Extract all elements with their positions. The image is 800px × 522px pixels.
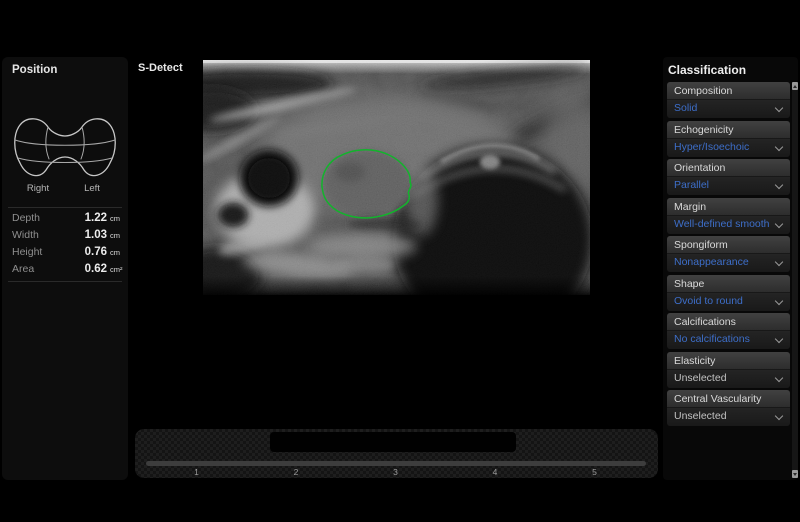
classification-dropdown-value: Ovoid to round (674, 294, 743, 307)
classification-dropdown[interactable]: Hyper/Isoechoic (667, 138, 790, 157)
classification-section: Echogenicity Hyper/Isoechoic (667, 120, 790, 157)
classification-dropdown[interactable]: Well-defined smooth (667, 215, 790, 234)
classification-section: Shape Ovoid to round (667, 274, 790, 311)
thumbnail-box[interactable] (270, 432, 516, 452)
classification-dropdown-value: Parallel (674, 179, 710, 191)
classification-section-header: Shape (667, 274, 790, 293)
right-lobe-label: Right (26, 183, 50, 194)
classification-dropdown-value: No calcifications (674, 333, 750, 345)
chevron-down-icon (774, 142, 784, 151)
chevron-down-icon (774, 296, 784, 305)
chevron-down-icon (774, 180, 784, 190)
classification-dropdown[interactable]: Parallel (667, 177, 790, 195)
measurement-row: Width 1.03 cm (2, 226, 128, 243)
scroll-down-icon[interactable] (792, 470, 798, 478)
classification-title: Classification (668, 63, 747, 77)
divider (8, 281, 122, 282)
measurement-row: Depth 1.22 cm (2, 209, 128, 226)
classification-section-header: Margin (667, 197, 790, 216)
measurement-value: 1.22 (84, 211, 107, 224)
measurement-list: Depth 1.22 cm Width 1.03 cm Height 0.76 … (2, 209, 128, 277)
slider-tick-label: 4 (492, 467, 498, 477)
chevron-down-icon (774, 103, 784, 113)
thyroid-diagram-icon[interactable] (10, 115, 120, 181)
slider-tick-label: 2 (293, 467, 299, 477)
measurement-label: Depth (12, 211, 41, 224)
divider (8, 207, 122, 208)
chevron-down-icon (774, 257, 784, 267)
classification-dropdown[interactable]: Unselected (667, 369, 790, 388)
classification-section-header: Composition (667, 82, 790, 100)
measurement-unit: cm (110, 231, 120, 240)
measurement-row: Height 0.76 cm (2, 243, 128, 260)
ultrasound-image[interactable] (203, 60, 590, 295)
classification-section: Central Vascularity Unselected (667, 390, 790, 426)
classification-section-header: Central Vascularity (667, 390, 790, 408)
left-lobe-label: Left (84, 183, 100, 194)
classification-dropdown[interactable]: Solid (667, 100, 790, 118)
classification-dropdown-value: Unselected (674, 410, 727, 422)
classification-dropdown[interactable]: Ovoid to round (667, 292, 790, 311)
classification-section: Spongiform Nonappearance (667, 236, 790, 272)
frame-slider-track[interactable] (146, 461, 646, 466)
classification-section-header: Orientation (667, 159, 790, 177)
classification-dropdown-value: Hyper/Isoechoic (674, 140, 750, 153)
measurement-label: Width (12, 228, 39, 241)
filmstrip-panel: 1 2 3 4 5 (135, 429, 658, 478)
sdetect-mode-label: S-Detect (138, 62, 183, 74)
classification-section-header: Elasticity (667, 351, 790, 370)
chevron-down-icon (774, 334, 784, 344)
classification-groups: Composition Solid Echogenicity Hyper/Iso… (667, 82, 790, 429)
classification-section-header: Spongiform (667, 236, 790, 254)
measurement-unit: cm (110, 214, 120, 223)
classification-scrollbar[interactable] (792, 82, 798, 478)
classification-dropdown-value: Nonappearance (674, 256, 749, 268)
chevron-down-icon (774, 411, 784, 421)
slider-tick-label: 3 (393, 467, 398, 477)
slider-tick-label: 1 (194, 467, 199, 477)
classification-section: Orientation Parallel (667, 159, 790, 195)
chevron-down-icon (774, 219, 784, 228)
classification-dropdown[interactable]: No calcifications (667, 331, 790, 349)
measurement-label: Area (12, 262, 35, 275)
measurement-value: 0.62 (84, 262, 107, 275)
classification-section-header: Calcifications (667, 313, 790, 331)
measurement-value: 1.03 (84, 228, 107, 241)
classification-section: Calcifications No calcifications (667, 313, 790, 349)
scroll-up-icon[interactable] (792, 82, 798, 90)
measurement-label: Height (12, 245, 43, 258)
chevron-down-icon (774, 373, 784, 382)
classification-dropdown-value: Well-defined smooth (674, 217, 770, 230)
lobe-labels: Right Left (2, 183, 128, 195)
classification-dropdown[interactable]: Unselected (667, 408, 790, 426)
measurement-value: 0.76 (84, 245, 107, 258)
slider-tick-label: 5 (592, 467, 597, 477)
classification-dropdown[interactable]: Nonappearance (667, 254, 790, 272)
classification-section: Elasticity Unselected (667, 351, 790, 388)
measurement-row: Area 0.62 cm² (2, 260, 128, 277)
classification-section-header: Echogenicity (667, 120, 790, 139)
classification-panel: Classification Composition Solid Echogen… (663, 57, 798, 480)
measurement-unit: cm² (110, 265, 123, 274)
position-panel-title: Position (12, 64, 58, 76)
classification-section: Composition Solid (667, 82, 790, 118)
classification-dropdown-value: Solid (674, 102, 698, 114)
position-panel: Position Right Left Depth 1.22 cm Width … (2, 57, 128, 480)
classification-dropdown-value: Unselected (674, 371, 727, 384)
classification-section: Margin Well-defined smooth (667, 197, 790, 234)
measurement-unit: cm (110, 248, 120, 257)
